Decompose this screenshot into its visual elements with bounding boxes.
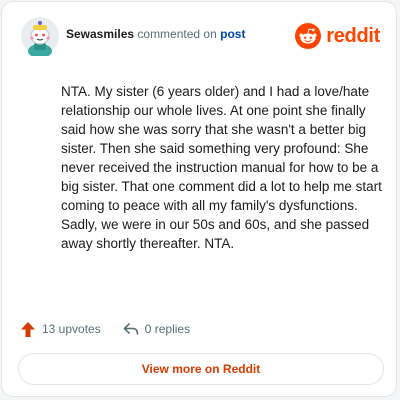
avatar[interactable] <box>20 16 60 58</box>
reply-arrow-icon <box>123 323 139 335</box>
avatar-image <box>21 17 59 58</box>
comment-meta: Sewasmiles commented on post <box>66 27 245 41</box>
reddit-logo[interactable]: reddit <box>295 22 380 50</box>
commented-on-text: commented on <box>137 27 217 41</box>
view-more-button[interactable]: View more on Reddit <box>18 353 384 385</box>
reply-count: 0 replies <box>144 322 191 336</box>
comment-body: NTA. My sister (6 years older) and I had… <box>61 84 382 251</box>
reddit-wordmark: reddit <box>326 24 380 47</box>
reply-button[interactable]: 0 replies <box>123 322 190 336</box>
reddit-snoo-icon <box>295 23 322 49</box>
post-link[interactable]: post <box>220 27 245 41</box>
upvote-arrow-icon <box>21 321 35 337</box>
upvote-count: 13 upvotes <box>42 322 101 336</box>
comment-card: Sewasmiles commented on post reddit NTA.… <box>1 1 397 397</box>
upvote-button[interactable]: 13 upvotes <box>20 321 101 338</box>
comment-actions: 13 upvotes 0 replies <box>20 318 212 340</box>
username[interactable]: Sewasmiles <box>66 27 134 41</box>
comment-header: Sewasmiles commented on post reddit <box>16 14 382 58</box>
